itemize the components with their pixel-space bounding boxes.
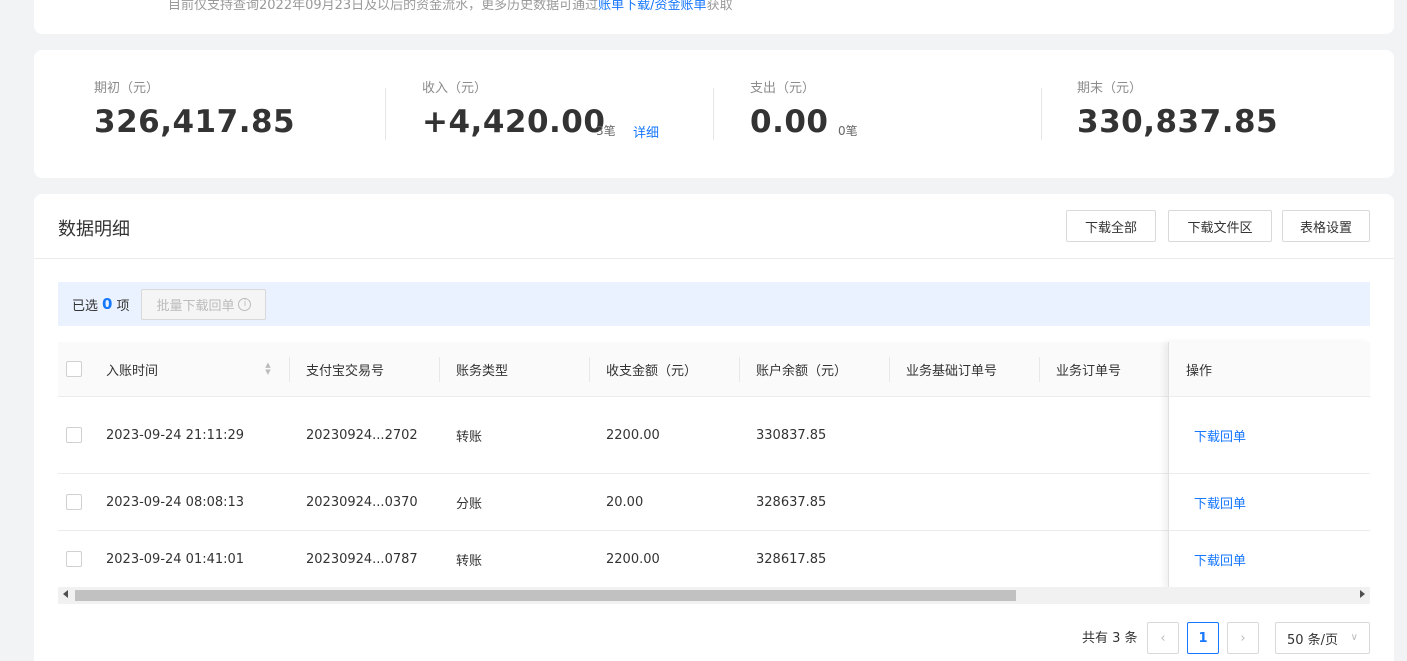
stat-divider — [1041, 88, 1042, 140]
sort-icon[interactable]: ▲ ▼ — [264, 362, 272, 376]
closing-label: 期末（元） — [1077, 81, 1143, 96]
page-1-button[interactable]: 1 — [1187, 622, 1219, 654]
column-separator — [1039, 357, 1040, 382]
cell-time: 2023-09-24 08:08:13 — [106, 494, 245, 510]
info-circle-icon: i — [238, 297, 252, 311]
cell-amount: 2200.00 — [606, 551, 660, 567]
page-size-select[interactable]: 50 条/页 ∨ — [1275, 622, 1370, 654]
detail-card: 数据明细 下载全部 下载文件区 表格设置 已选 0 项 批量下载回单 i 入账时… — [34, 194, 1394, 661]
col-header-time[interactable]: 入账时间 — [106, 342, 158, 396]
batch-download-receipt-button[interactable]: 批量下载回单 i — [141, 288, 267, 320]
selection-suffix: 项 — [116, 298, 130, 314]
notice-prefix: 目前仅支持查询2022年09月23日及以后的资金流水，更多历史数据可通过 — [168, 0, 599, 13]
cell-type: 转账 — [456, 429, 483, 445]
column-separator — [589, 357, 590, 382]
batch-download-label: 批量下载回单 — [156, 298, 235, 314]
notice-card: 目前仅支持查询2022年09月23日及以后的资金流水，更多历史数据可通过账单下载… — [34, 0, 1394, 34]
chevron-down-icon: ∨ — [1350, 632, 1358, 643]
row-select-cell — [66, 397, 82, 473]
income-label: 收入（元） — [422, 81, 488, 96]
cell-amount: 20.00 — [606, 494, 644, 510]
table-row: 2023-09-24 01:41:01 20230924...0787 转账 2… — [58, 531, 1370, 588]
select-all-checkbox[interactable] — [66, 361, 82, 377]
scrollbar-thumb[interactable] — [75, 590, 1016, 601]
col-header-balance: 账户余额（元） — [756, 363, 848, 379]
table-header: 入账时间 ▲ ▼ 支付宝交易号 账务类型 收支金额（元） 账户余额（元） 业务基础… — [58, 342, 1370, 397]
row-checkbox[interactable] — [66, 551, 82, 567]
detail-title: 数据明细 — [58, 219, 130, 240]
cell-trade-no: 20230924...0787 — [306, 551, 418, 567]
row-select-cell — [66, 474, 82, 530]
col-header-amount: 收支金额（元） — [606, 363, 698, 379]
expense-label: 支出（元） — [750, 81, 816, 96]
row-checkbox[interactable] — [66, 494, 82, 510]
income-detail-link[interactable]: 详细 — [633, 122, 659, 141]
table-row: 2023-09-24 08:08:13 20230924...0370 分账 2… — [58, 474, 1370, 531]
selection-count: 0 — [102, 295, 113, 313]
divider — [34, 258, 1394, 259]
column-separator — [889, 357, 890, 382]
notice-text: 目前仅支持查询2022年09月23日及以后的资金流水，更多历史数据可通过账单下载… — [168, 0, 733, 13]
scroll-right-icon[interactable] — [1360, 590, 1365, 598]
table-settings-button[interactable]: 表格设置 — [1282, 210, 1370, 242]
col-header-order: 业务订单号 — [1056, 363, 1122, 379]
row-checkbox[interactable] — [66, 427, 82, 443]
pagination-total: 共有 3 条 — [1082, 631, 1138, 646]
table-row: 2023-09-24 21:11:29 20230924...2702 转账 2… — [58, 397, 1370, 474]
income-count: 3笔 — [596, 124, 616, 138]
page-size-value: 50 条/页 — [1287, 632, 1339, 648]
download-files-button[interactable]: 下载文件区 — [1168, 210, 1272, 242]
cell-time: 2023-09-24 01:41:01 — [106, 551, 245, 567]
cell-type: 转账 — [456, 553, 483, 569]
closing-value: 330,837.85 — [1077, 104, 1279, 140]
selection-bar: 已选 0 项 批量下载回单 i — [58, 282, 1370, 326]
row-select-cell — [66, 531, 82, 587]
stat-divider — [385, 88, 386, 140]
bill-download-link[interactable]: 账单下载/资金账单 — [598, 0, 706, 13]
download-receipt-link[interactable]: 下载回单 — [1194, 531, 1246, 587]
column-separator — [439, 357, 440, 382]
col-header-action: 操作 — [1186, 363, 1213, 379]
income-value: +4,420.00 — [422, 104, 606, 140]
notice-suffix: 获取 — [706, 0, 733, 13]
opening-label: 期初（元） — [94, 81, 160, 96]
col-header-type: 账务类型 — [456, 363, 509, 379]
cell-balance: 330837.85 — [756, 427, 827, 443]
col-header-trade-no: 支付宝交易号 — [306, 363, 385, 379]
summary-card: 期初（元） 326,417.85 收入（元） +4,420.00 3笔 详细 支… — [34, 50, 1394, 178]
cell-amount: 2200.00 — [606, 427, 660, 443]
column-separator — [289, 357, 290, 382]
expense-value: 0.00 — [750, 104, 829, 140]
stat-divider — [713, 88, 714, 140]
select-all-cell — [66, 342, 82, 396]
next-page-button[interactable]: › — [1227, 622, 1259, 654]
cell-balance: 328637.85 — [756, 494, 827, 510]
col-header-base-order: 业务基础订单号 — [906, 363, 998, 379]
cell-balance: 328617.85 — [756, 551, 827, 567]
column-separator — [739, 357, 740, 382]
selection-prefix: 已选 — [72, 298, 99, 314]
cell-trade-no: 20230924...2702 — [306, 427, 418, 443]
cell-time: 2023-09-24 21:11:29 — [106, 427, 245, 443]
opening-value: 326,417.85 — [94, 104, 296, 140]
transactions-table: 入账时间 ▲ ▼ 支付宝交易号 账务类型 收支金额（元） 账户余额（元） 业务基础… — [58, 342, 1370, 588]
expense-count: 0笔 — [838, 124, 858, 138]
prev-page-button[interactable]: ‹ — [1147, 622, 1179, 654]
cell-type: 分账 — [456, 496, 483, 512]
scroll-left-icon[interactable] — [63, 590, 68, 598]
download-receipt-link[interactable]: 下载回单 — [1194, 397, 1246, 473]
download-all-button[interactable]: 下载全部 — [1066, 210, 1156, 242]
horizontal-scrollbar[interactable] — [58, 587, 1370, 604]
cell-trade-no: 20230924...0370 — [306, 494, 418, 510]
download-receipt-link[interactable]: 下载回单 — [1194, 474, 1246, 530]
